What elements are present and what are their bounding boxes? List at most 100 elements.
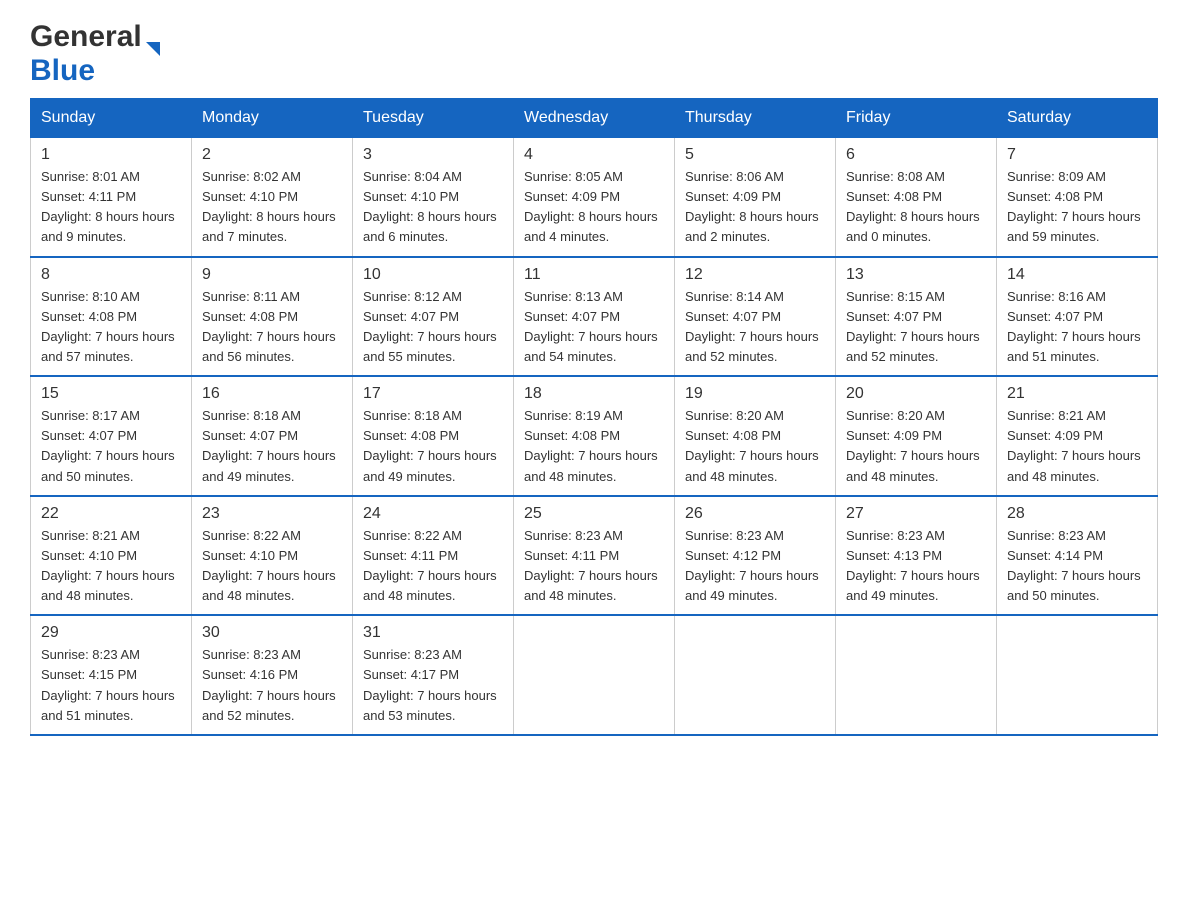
day-number: 27 — [846, 505, 986, 523]
day-info: Sunrise: 8:08 AMSunset: 4:08 PMDaylight:… — [846, 167, 986, 248]
calendar-cell — [514, 615, 675, 735]
weekday-header-monday: Monday — [192, 99, 353, 138]
weekday-header-wednesday: Wednesday — [514, 99, 675, 138]
logo: General Blue — [30, 20, 160, 88]
day-number: 16 — [202, 385, 342, 403]
calendar-week-row: 1 Sunrise: 8:01 AMSunset: 4:11 PMDayligh… — [31, 138, 1158, 257]
calendar-cell: 14 Sunrise: 8:16 AMSunset: 4:07 PMDaylig… — [997, 257, 1158, 377]
day-number: 9 — [202, 266, 342, 284]
calendar-cell: 28 Sunrise: 8:23 AMSunset: 4:14 PMDaylig… — [997, 496, 1158, 616]
day-number: 19 — [685, 385, 825, 403]
calendar-cell: 30 Sunrise: 8:23 AMSunset: 4:16 PMDaylig… — [192, 615, 353, 735]
day-info: Sunrise: 8:23 AMSunset: 4:17 PMDaylight:… — [363, 645, 503, 726]
calendar-cell: 4 Sunrise: 8:05 AMSunset: 4:09 PMDayligh… — [514, 138, 675, 257]
day-info: Sunrise: 8:21 AMSunset: 4:10 PMDaylight:… — [41, 526, 181, 607]
calendar-cell: 27 Sunrise: 8:23 AMSunset: 4:13 PMDaylig… — [836, 496, 997, 616]
calendar-week-row: 15 Sunrise: 8:17 AMSunset: 4:07 PMDaylig… — [31, 376, 1158, 496]
calendar-cell: 15 Sunrise: 8:17 AMSunset: 4:07 PMDaylig… — [31, 376, 192, 496]
calendar-cell: 23 Sunrise: 8:22 AMSunset: 4:10 PMDaylig… — [192, 496, 353, 616]
day-info: Sunrise: 8:13 AMSunset: 4:07 PMDaylight:… — [524, 287, 664, 368]
day-number: 23 — [202, 505, 342, 523]
day-info: Sunrise: 8:11 AMSunset: 4:08 PMDaylight:… — [202, 287, 342, 368]
day-info: Sunrise: 8:05 AMSunset: 4:09 PMDaylight:… — [524, 167, 664, 248]
day-info: Sunrise: 8:22 AMSunset: 4:11 PMDaylight:… — [363, 526, 503, 607]
day-info: Sunrise: 8:18 AMSunset: 4:07 PMDaylight:… — [202, 406, 342, 487]
day-info: Sunrise: 8:18 AMSunset: 4:08 PMDaylight:… — [363, 406, 503, 487]
calendar-cell — [997, 615, 1158, 735]
day-number: 6 — [846, 146, 986, 164]
calendar-cell: 7 Sunrise: 8:09 AMSunset: 4:08 PMDayligh… — [997, 138, 1158, 257]
day-number: 29 — [41, 624, 181, 642]
day-info: Sunrise: 8:16 AMSunset: 4:07 PMDaylight:… — [1007, 287, 1147, 368]
calendar-cell: 31 Sunrise: 8:23 AMSunset: 4:17 PMDaylig… — [353, 615, 514, 735]
day-number: 2 — [202, 146, 342, 164]
day-info: Sunrise: 8:19 AMSunset: 4:08 PMDaylight:… — [524, 406, 664, 487]
calendar-body: 1 Sunrise: 8:01 AMSunset: 4:11 PMDayligh… — [31, 138, 1158, 735]
day-number: 24 — [363, 505, 503, 523]
calendar-cell: 11 Sunrise: 8:13 AMSunset: 4:07 PMDaylig… — [514, 257, 675, 377]
calendar-cell: 10 Sunrise: 8:12 AMSunset: 4:07 PMDaylig… — [353, 257, 514, 377]
day-number: 22 — [41, 505, 181, 523]
day-info: Sunrise: 8:10 AMSunset: 4:08 PMDaylight:… — [41, 287, 181, 368]
calendar-cell: 9 Sunrise: 8:11 AMSunset: 4:08 PMDayligh… — [192, 257, 353, 377]
day-number: 5 — [685, 146, 825, 164]
page-header: General Blue — [30, 20, 1158, 88]
day-number: 1 — [41, 146, 181, 164]
weekday-header-saturday: Saturday — [997, 99, 1158, 138]
day-info: Sunrise: 8:23 AMSunset: 4:13 PMDaylight:… — [846, 526, 986, 607]
calendar-cell: 16 Sunrise: 8:18 AMSunset: 4:07 PMDaylig… — [192, 376, 353, 496]
day-number: 21 — [1007, 385, 1147, 403]
day-info: Sunrise: 8:17 AMSunset: 4:07 PMDaylight:… — [41, 406, 181, 487]
day-number: 26 — [685, 505, 825, 523]
calendar-cell: 21 Sunrise: 8:21 AMSunset: 4:09 PMDaylig… — [997, 376, 1158, 496]
day-info: Sunrise: 8:09 AMSunset: 4:08 PMDaylight:… — [1007, 167, 1147, 248]
day-number: 17 — [363, 385, 503, 403]
day-info: Sunrise: 8:14 AMSunset: 4:07 PMDaylight:… — [685, 287, 825, 368]
calendar-cell: 17 Sunrise: 8:18 AMSunset: 4:08 PMDaylig… — [353, 376, 514, 496]
weekday-header-tuesday: Tuesday — [353, 99, 514, 138]
day-info: Sunrise: 8:20 AMSunset: 4:09 PMDaylight:… — [846, 406, 986, 487]
day-number: 15 — [41, 385, 181, 403]
day-info: Sunrise: 8:21 AMSunset: 4:09 PMDaylight:… — [1007, 406, 1147, 487]
day-number: 30 — [202, 624, 342, 642]
calendar-cell: 2 Sunrise: 8:02 AMSunset: 4:10 PMDayligh… — [192, 138, 353, 257]
calendar-cell: 1 Sunrise: 8:01 AMSunset: 4:11 PMDayligh… — [31, 138, 192, 257]
day-info: Sunrise: 8:23 AMSunset: 4:14 PMDaylight:… — [1007, 526, 1147, 607]
day-number: 4 — [524, 146, 664, 164]
weekday-header-row: SundayMondayTuesdayWednesdayThursdayFrid… — [31, 99, 1158, 138]
day-info: Sunrise: 8:23 AMSunset: 4:11 PMDaylight:… — [524, 526, 664, 607]
calendar-cell: 8 Sunrise: 8:10 AMSunset: 4:08 PMDayligh… — [31, 257, 192, 377]
day-number: 31 — [363, 624, 503, 642]
day-info: Sunrise: 8:15 AMSunset: 4:07 PMDaylight:… — [846, 287, 986, 368]
day-number: 11 — [524, 266, 664, 284]
weekday-header-thursday: Thursday — [675, 99, 836, 138]
day-info: Sunrise: 8:06 AMSunset: 4:09 PMDaylight:… — [685, 167, 825, 248]
day-number: 28 — [1007, 505, 1147, 523]
logo-general-text: General — [30, 20, 142, 54]
calendar-table: SundayMondayTuesdayWednesdayThursdayFrid… — [30, 98, 1158, 736]
calendar-cell: 22 Sunrise: 8:21 AMSunset: 4:10 PMDaylig… — [31, 496, 192, 616]
calendar-cell: 3 Sunrise: 8:04 AMSunset: 4:10 PMDayligh… — [353, 138, 514, 257]
calendar-week-row: 8 Sunrise: 8:10 AMSunset: 4:08 PMDayligh… — [31, 257, 1158, 377]
day-number: 13 — [846, 266, 986, 284]
calendar-header: SundayMondayTuesdayWednesdayThursdayFrid… — [31, 99, 1158, 138]
calendar-cell — [675, 615, 836, 735]
calendar-week-row: 29 Sunrise: 8:23 AMSunset: 4:15 PMDaylig… — [31, 615, 1158, 735]
calendar-cell: 12 Sunrise: 8:14 AMSunset: 4:07 PMDaylig… — [675, 257, 836, 377]
day-info: Sunrise: 8:23 AMSunset: 4:15 PMDaylight:… — [41, 645, 181, 726]
day-number: 25 — [524, 505, 664, 523]
day-number: 20 — [846, 385, 986, 403]
logo-arrow-icon — [146, 42, 160, 56]
day-info: Sunrise: 8:01 AMSunset: 4:11 PMDaylight:… — [41, 167, 181, 248]
day-info: Sunrise: 8:23 AMSunset: 4:12 PMDaylight:… — [685, 526, 825, 607]
day-info: Sunrise: 8:02 AMSunset: 4:10 PMDaylight:… — [202, 167, 342, 248]
calendar-week-row: 22 Sunrise: 8:21 AMSunset: 4:10 PMDaylig… — [31, 496, 1158, 616]
calendar-cell: 13 Sunrise: 8:15 AMSunset: 4:07 PMDaylig… — [836, 257, 997, 377]
day-info: Sunrise: 8:04 AMSunset: 4:10 PMDaylight:… — [363, 167, 503, 248]
weekday-header-sunday: Sunday — [31, 99, 192, 138]
day-number: 3 — [363, 146, 503, 164]
calendar-cell — [836, 615, 997, 735]
day-info: Sunrise: 8:12 AMSunset: 4:07 PMDaylight:… — [363, 287, 503, 368]
day-info: Sunrise: 8:22 AMSunset: 4:10 PMDaylight:… — [202, 526, 342, 607]
logo-blue-text: Blue — [30, 54, 95, 88]
